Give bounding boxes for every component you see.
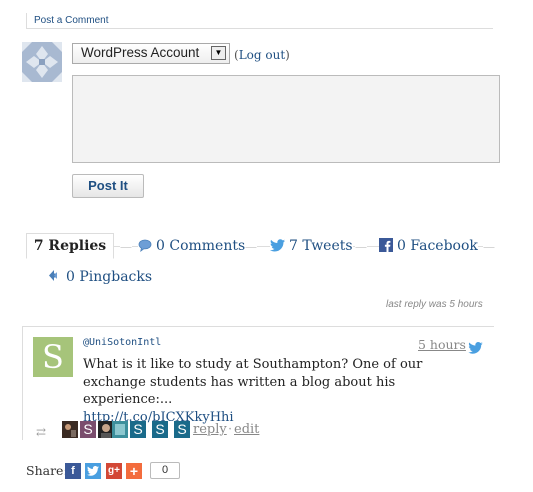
tweet-avatar[interactable]: S <box>33 337 73 377</box>
facebook-share-icon[interactable]: f <box>65 463 81 479</box>
last-reply-status: last reply was 5 hours <box>386 299 483 310</box>
retweet-icon[interactable]: ⇄ <box>36 425 46 439</box>
twitter-share-icon[interactable] <box>85 463 101 479</box>
tab-separator: — <box>483 240 495 254</box>
chevron-down-icon[interactable]: ▼ <box>211 46 226 60</box>
retweeter-avatar[interactable]: S <box>152 421 168 438</box>
account-select[interactable]: WordPress Account ▼ <box>72 43 230 64</box>
tab-facebook-label: 0 Facebook <box>397 238 478 254</box>
facebook-icon <box>379 238 393 256</box>
retweeter-avatar[interactable] <box>62 421 78 438</box>
logout-link[interactable]: Log out <box>239 48 285 62</box>
user-avatar <box>22 42 62 82</box>
tweet-timestamp[interactable]: 5 hours <box>418 337 466 352</box>
tab-separator: — <box>355 240 367 254</box>
header-divider <box>26 28 493 29</box>
retweeter-avatar[interactable] <box>112 421 128 438</box>
tab-pingbacks-label: 0 Pingbacks <box>66 269 153 285</box>
action-separator: · <box>228 422 233 437</box>
speech-bubble-icon <box>138 239 152 256</box>
tweet-text: What is it like to study at Southampton?… <box>83 357 423 407</box>
twitter-bird-icon <box>270 239 285 256</box>
tab-comments-label: 0 Comments <box>156 238 246 254</box>
tab-pingbacks[interactable]: 0 Pingbacks <box>48 269 152 286</box>
tab-tweets-label: 7 Tweets <box>289 238 353 254</box>
post-comment-title: Post a Comment <box>34 15 109 26</box>
pingback-arrows-icon <box>48 269 63 286</box>
retweeter-avatar[interactable]: S <box>80 421 96 438</box>
tab-tweets[interactable]: 7 Tweets <box>270 238 353 256</box>
header-divider-tick <box>26 13 27 28</box>
google-plus-share-icon[interactable]: g+ <box>106 463 122 479</box>
tab-separator: — <box>245 240 257 254</box>
post-it-button[interactable]: Post It <box>72 174 144 198</box>
logout-paren-close: ) <box>285 48 290 62</box>
tab-facebook[interactable]: 0 Facebook <box>379 238 478 256</box>
account-select-value: WordPress Account <box>81 45 200 60</box>
logout-wrapper: (Log out) <box>234 48 290 62</box>
addthis-share-icon[interactable]: + <box>126 463 142 479</box>
tab-comments[interactable]: 0 Comments <box>138 238 246 256</box>
retweeter-avatar[interactable]: S <box>130 421 146 438</box>
tweet-body: What is it like to study at Southampton?… <box>83 356 483 426</box>
share-count: 0 <box>150 462 180 479</box>
retweeter-avatar[interactable]: S <box>174 421 190 438</box>
tab-separator: — <box>120 240 132 254</box>
comment-textarea[interactable] <box>72 75 500 163</box>
tweet-username[interactable]: @UniSotonIntl <box>83 337 161 348</box>
tab-replies[interactable]: 7 Replies <box>26 233 114 259</box>
share-label: Share: <box>26 463 68 478</box>
reply-link[interactable]: reply <box>193 422 227 437</box>
edit-link[interactable]: edit <box>234 422 259 437</box>
